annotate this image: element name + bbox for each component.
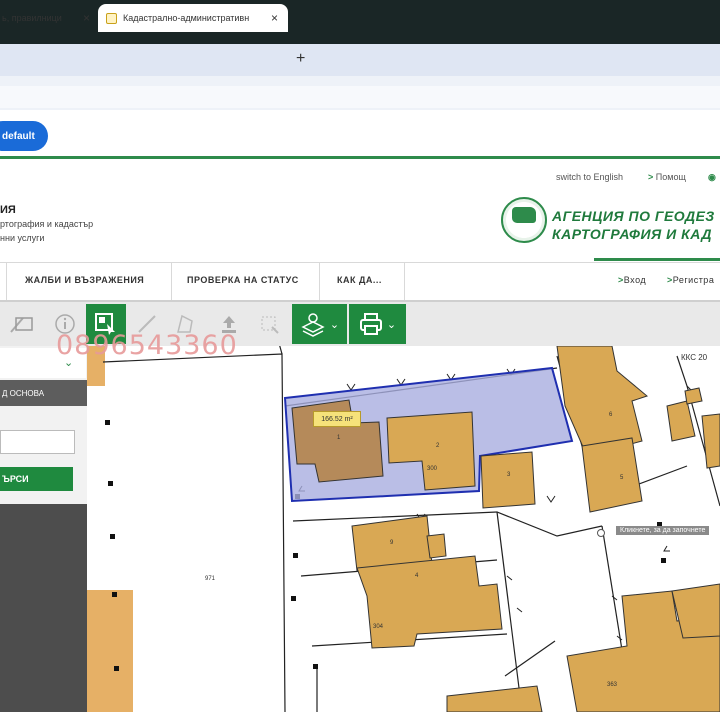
parcel-building — [684, 387, 703, 405]
tab-title: Кадастрално-административн — [123, 13, 250, 23]
login-link[interactable]: >Вход — [618, 275, 646, 285]
parcel-building — [426, 533, 447, 559]
print-button[interactable]: ⌄ — [349, 304, 406, 344]
parcel-building — [666, 400, 696, 442]
agency-subtitle-2: нни услуги — [0, 233, 45, 243]
rectangle-tool-icon[interactable] — [6, 306, 44, 342]
parcel-building — [356, 555, 503, 649]
map-tooltip: Кликнете, за да започнете — [616, 526, 710, 535]
tab-title: ь, правилници — [2, 13, 62, 23]
parcel-building — [480, 451, 536, 509]
register-label: Регистра — [672, 275, 715, 285]
default-button[interactable]: default — [0, 121, 48, 151]
base-layer-bar[interactable]: Д ОСНОВА — [0, 380, 88, 406]
logo-text-line1: АГЕНЦИЯ ПО ГЕОДЕЗ — [552, 208, 715, 224]
cursor-point-icon — [597, 529, 605, 537]
crop-select-icon[interactable] — [250, 306, 288, 342]
browser-tab-2[interactable]: Кадастрално-административн × — [98, 4, 288, 32]
help-label: Помощ — [655, 172, 686, 182]
parcel-building — [446, 685, 543, 712]
search-input[interactable] — [0, 430, 75, 454]
area-measure-label: 166.52 m² — [313, 411, 361, 427]
layers-button[interactable]: ⌄ — [292, 304, 347, 344]
parcel-number: 300 — [427, 466, 438, 472]
phone-watermark: 0896543360 — [56, 330, 238, 361]
parcel-building — [581, 437, 643, 513]
chevron-right-icon: > — [648, 172, 654, 182]
close-icon[interactable]: × — [271, 11, 278, 25]
parcel-building — [87, 590, 133, 712]
nav-complaints[interactable]: ЖАЛБИ И ВЪЗРАЖЕНИЯ — [25, 275, 144, 285]
parcel-number: 304 — [373, 624, 384, 630]
switch-to-english-link[interactable]: switch to English — [556, 172, 623, 182]
cadastral-code-label: ККС 20 — [681, 353, 708, 362]
help-link[interactable]: > Помощ — [648, 172, 686, 182]
browser-tab-1[interactable]: ь, правилници × — [0, 4, 98, 32]
new-tab-button[interactable]: + — [296, 50, 305, 68]
search-button[interactable]: ЪРСИ — [0, 467, 73, 491]
url-field[interactable] — [0, 86, 720, 108]
header-accent-line — [594, 258, 720, 261]
chevron-down-icon: ⌄ — [329, 318, 340, 331]
logo-text-line2: КАРТОГРАФИЯ И КАД — [552, 226, 712, 242]
register-link[interactable]: >Регистра — [667, 275, 714, 285]
agency-title: ИЯ — [0, 204, 16, 216]
agency-subtitle-1: ртография и кадастър — [0, 219, 94, 229]
close-icon[interactable]: × — [83, 11, 90, 25]
print-icon — [359, 313, 382, 335]
login-label: Вход — [623, 275, 647, 285]
bookmarks-area — [0, 110, 720, 158]
nav-status-check[interactable]: ПРОВЕРКА НА СТАТУС — [187, 275, 299, 285]
bulgaria-map-icon — [512, 207, 536, 223]
layers-icon — [301, 313, 325, 337]
tab-bar — [0, 44, 720, 76]
site-favicon-icon — [106, 12, 117, 24]
parcel-number: 363 — [607, 682, 618, 688]
chevron-down-icon: ⌄ — [386, 318, 397, 331]
nav-how-to[interactable]: КАК ДА... — [337, 275, 382, 285]
eye-icon[interactable]: ◉ — [708, 172, 716, 183]
parcel-number: 971 — [205, 576, 216, 582]
parcel-building — [701, 413, 720, 469]
